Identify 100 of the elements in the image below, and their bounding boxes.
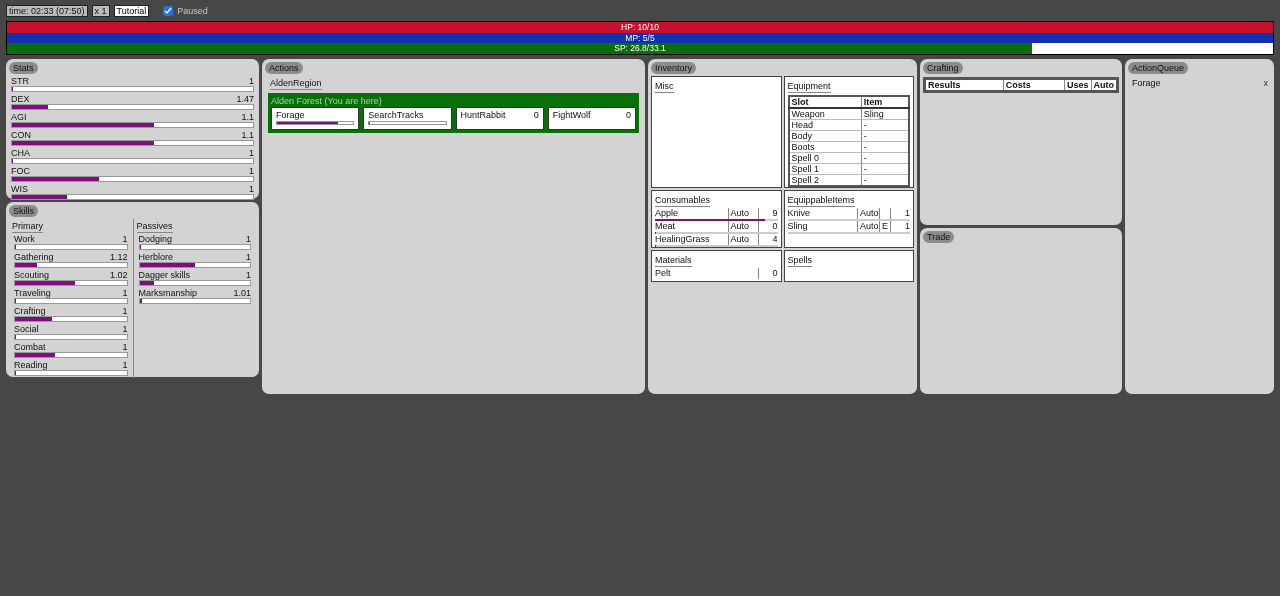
stat-value: 1 — [122, 323, 128, 334]
section-heading: Consumables — [655, 194, 711, 207]
panel-title: Actions — [265, 61, 303, 74]
stat-name: Social — [14, 323, 39, 334]
stat-name: STR — [11, 75, 29, 86]
panel-title: Crafting — [923, 61, 963, 74]
column-header: Slot — [788, 95, 862, 108]
table-cell: Body — [788, 130, 862, 141]
table-cell: Head — [788, 119, 862, 130]
table-cell: - — [861, 119, 909, 130]
item-count: 4 — [757, 233, 778, 245]
table-cell: Boots — [788, 141, 862, 152]
action-name: SearchTracks — [368, 109, 425, 120]
queue-item: Forage — [1132, 77, 1161, 88]
speed-display[interactable]: x 1 — [91, 5, 110, 17]
group-heading: Primary — [12, 220, 43, 233]
stat-name: Marksmanship — [138, 287, 198, 298]
stat-value: 1.47 — [236, 93, 254, 104]
resource-label: SP: 26.8/33.1 — [614, 43, 666, 54]
stat-value: 1.12 — [109, 251, 128, 262]
panel-title: Stats — [9, 61, 38, 74]
item-name[interactable]: Meat — [655, 220, 728, 232]
action-button[interactable]: HuntRabbit 0 — [455, 106, 544, 130]
stat-value: 1.01 — [233, 287, 251, 298]
item-name[interactable]: Pelt — [655, 267, 758, 279]
region-tab[interactable]: AldenRegion — [270, 77, 322, 90]
stat-value: 1 — [122, 287, 128, 298]
table-cell: Spell 2 — [788, 174, 862, 186]
section-heading: Misc — [655, 80, 674, 93]
stat-name: Gathering — [14, 251, 54, 262]
stat-value: 1 — [122, 359, 128, 370]
item-count: 0 — [757, 220, 778, 232]
column-header: Auto — [1091, 78, 1118, 91]
stat-name: Work — [14, 233, 35, 244]
stat-name: CHA — [11, 147, 30, 158]
stat-value: 1.02 — [109, 269, 128, 280]
action-button[interactable]: FightWolf 0 — [547, 106, 636, 130]
stat-name: Traveling — [14, 287, 51, 298]
stat-value: 1.1 — [241, 111, 254, 122]
section-heading: Spells — [787, 254, 812, 267]
auto-toggle[interactable]: Auto — [857, 207, 879, 219]
stat-name: Reading — [14, 359, 48, 370]
table-cell: Sling — [861, 107, 909, 119]
stat-name: Scouting — [14, 269, 50, 280]
auto-toggle[interactable]: Auto — [727, 233, 758, 245]
section-heading: Equipment — [787, 80, 831, 93]
panel-title: ActionQueue — [1128, 61, 1189, 74]
stat-value: 1 — [122, 305, 128, 316]
table-cell: Spell 0 — [788, 152, 862, 163]
stat-name: Dodging — [138, 233, 173, 244]
stat-value: 1 — [122, 233, 128, 244]
action-count: 0 — [533, 109, 539, 120]
stat-value: 1 — [249, 147, 254, 158]
item-name[interactable]: Knive — [787, 207, 857, 219]
paused-checkbox[interactable] — [163, 6, 174, 16]
stat-name: CON — [11, 129, 31, 140]
resource-label: MP: 5/5 — [625, 32, 655, 43]
item-count: 0 — [757, 267, 778, 279]
item-name[interactable]: HealingGrass — [655, 233, 728, 245]
stat-name: FOC — [11, 165, 30, 176]
table-cell: - — [861, 141, 909, 152]
table-cell: - — [861, 174, 909, 186]
item-count: 1 — [890, 207, 910, 219]
auto-toggle[interactable]: Auto — [857, 220, 879, 232]
stat-value: 1 — [249, 165, 254, 176]
column-header: Costs — [1003, 78, 1065, 91]
table-cell: - — [861, 163, 909, 174]
section-heading: EquippableItems — [787, 194, 855, 207]
stat-value: 1 — [246, 251, 251, 262]
column-header: Results — [924, 78, 1004, 91]
panel-title: Skills — [9, 204, 38, 217]
section-heading: Materials — [655, 254, 692, 267]
stat-name: Herblore — [138, 251, 173, 262]
stat-value: 1.1 — [241, 129, 254, 140]
stat-name: AGI — [11, 111, 27, 122]
remove-button[interactable]: x — [1263, 77, 1268, 88]
action-name: FightWolf — [552, 109, 591, 120]
stat-value: 1 — [249, 183, 254, 194]
equipped-cell[interactable]: E — [879, 220, 890, 232]
item-name[interactable]: Sling — [787, 220, 857, 232]
action-count: 0 — [626, 109, 631, 120]
stat-name: Combat — [14, 341, 46, 352]
item-count: 1 — [890, 220, 910, 232]
column-header: Item — [861, 95, 909, 108]
time-display: time: 02:33 (07:50) — [6, 5, 88, 17]
table-cell: - — [861, 130, 909, 141]
item-name[interactable]: Apple — [655, 207, 728, 219]
auto-toggle[interactable]: Auto — [727, 220, 758, 232]
auto-toggle[interactable]: Auto — [727, 207, 758, 219]
stat-value: 1 — [122, 341, 128, 352]
panel-title: Trade — [923, 230, 955, 243]
table-cell: Weapon — [788, 107, 862, 119]
tutorial-button[interactable]: Tutorial — [113, 5, 150, 17]
resource-label: HP: 10/10 — [621, 22, 659, 33]
action-button[interactable]: SearchTracks — [363, 106, 452, 130]
item-count: 9 — [757, 207, 778, 219]
action-name: Forage — [276, 109, 306, 120]
action-button[interactable]: Forage — [271, 106, 360, 130]
action-name: HuntRabbit — [460, 109, 506, 120]
stat-name: Dagger skills — [138, 269, 191, 280]
